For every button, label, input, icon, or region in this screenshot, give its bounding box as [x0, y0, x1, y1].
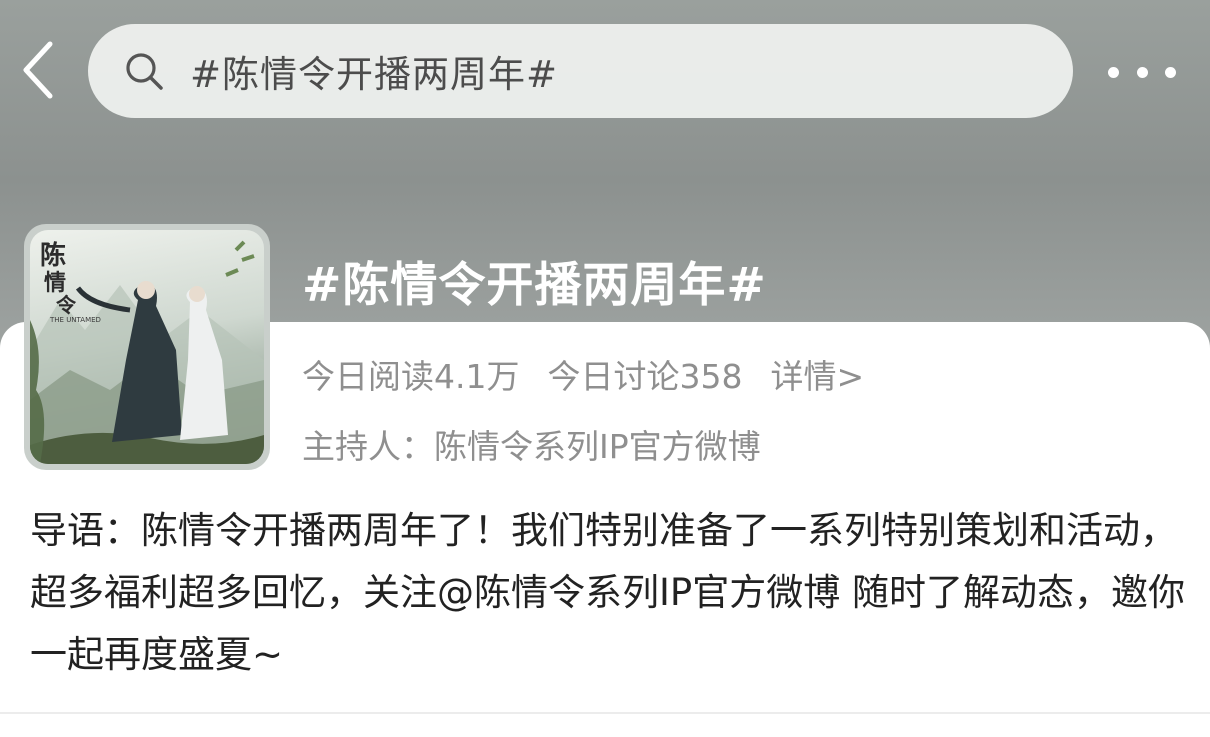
topic-host[interactable]: 主持人：陈情令系列IP官方微博: [302, 420, 761, 468]
today-discussions: 今日讨论358: [547, 357, 743, 396]
more-options-icon[interactable]: [1102, 52, 1182, 92]
topic-cover-image[interactable]: 陈 情 令 THE UNTAMED: [24, 224, 270, 470]
search-bar[interactable]: #陈情令开播两周年#: [88, 24, 1073, 118]
cover-logo-text: THE UNTAMED: [49, 316, 101, 324]
search-icon: [126, 53, 163, 90]
cover-illustration: 陈 情 令 THE UNTAMED: [30, 240, 264, 464]
divider: [0, 712, 1210, 714]
details-link[interactable]: 详情>: [770, 350, 864, 398]
topic-page: #陈情令开播两周年# 陈 情 令 THE UNTAMED #陈情令开播两周年# …: [0, 0, 1210, 737]
svg-text:令: 令: [56, 293, 77, 317]
topic-intro: 导语：陈情令开播两周年了！我们特别准备了一系列特别策划和活动，超多福利超多回忆，…: [30, 500, 1190, 686]
today-reads: 今日阅读4.1万: [302, 357, 520, 396]
topic-stats: 今日阅读4.1万 今日讨论358 详情>: [302, 350, 864, 398]
topic-title: #陈情令开播两周年#: [302, 258, 767, 313]
back-arrow-icon[interactable]: [14, 38, 62, 102]
search-query[interactable]: #陈情令开播两周年#: [190, 44, 558, 98]
svg-text:陈: 陈: [40, 240, 66, 271]
intro-mention-link[interactable]: @陈情令系列IP官方微博: [437, 571, 840, 614]
